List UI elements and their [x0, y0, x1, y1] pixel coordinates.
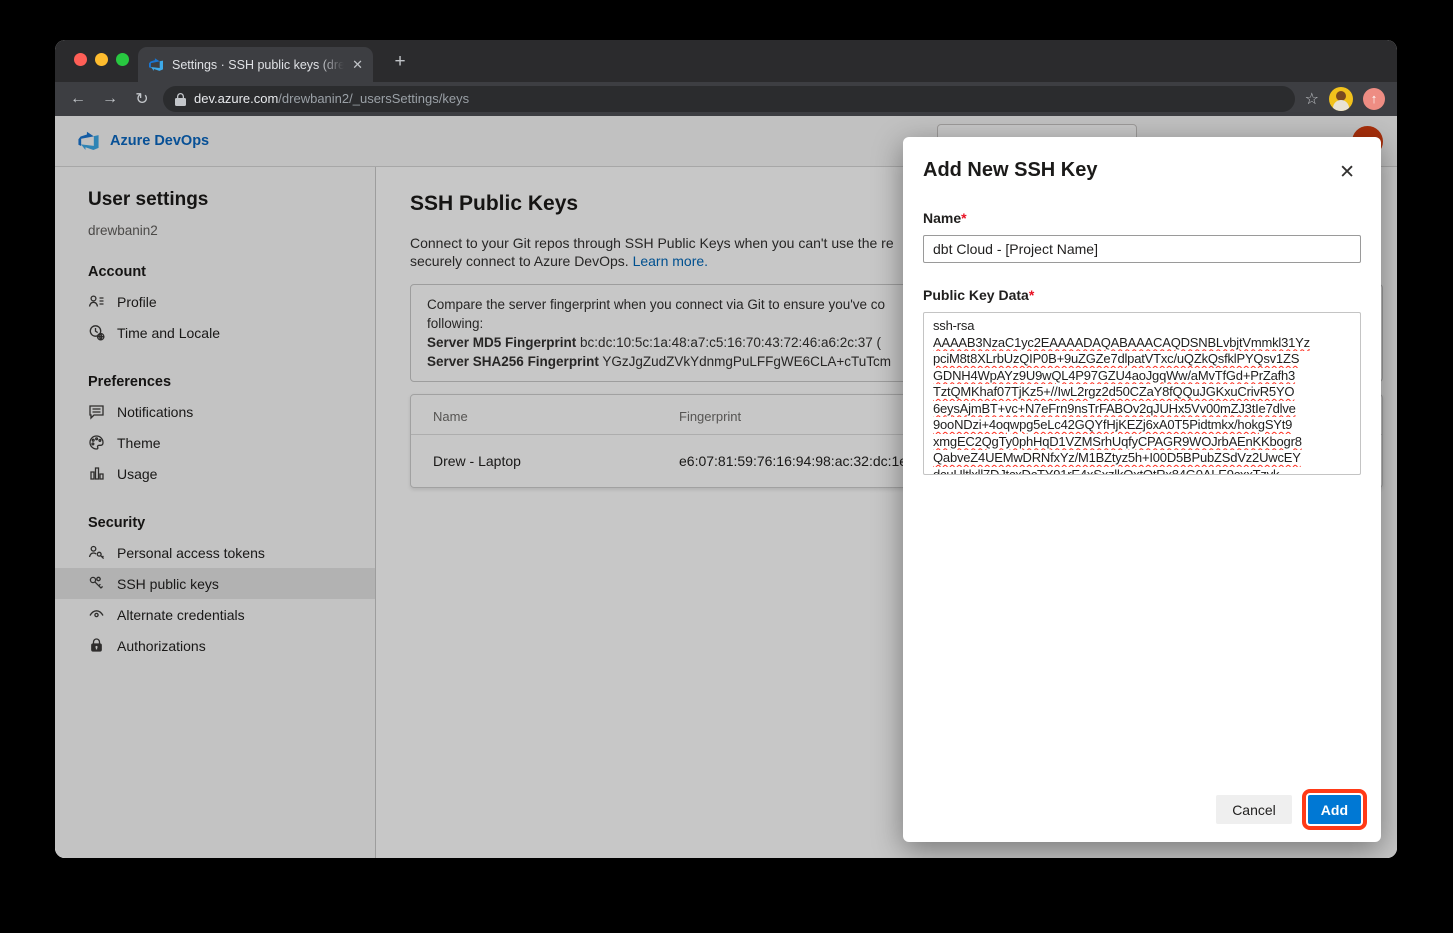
required-asterisk: *	[961, 210, 966, 226]
add-ssh-key-dialog: Add New SSH Key ✕ Name* Public Key Data*…	[903, 137, 1381, 842]
dialog-title: Add New SSH Key	[923, 159, 1097, 182]
browser-update-icon[interactable]: ↑	[1363, 88, 1385, 110]
browser-window: Settings · SSH public keys (dre ✕ + ← → …	[55, 40, 1397, 858]
browser-tab[interactable]: Settings · SSH public keys (dre ✕	[138, 47, 373, 82]
close-window-button[interactable]	[74, 53, 87, 66]
maximize-window-button[interactable]	[116, 53, 129, 66]
minimize-window-button[interactable]	[95, 53, 108, 66]
key-text-line: 6eysAjmBT+vc+N7eFrn9nsTrFABOv2qJUHx5Vv00…	[933, 401, 1351, 418]
lock-icon	[175, 93, 186, 106]
new-tab-button[interactable]: +	[387, 51, 413, 73]
back-icon[interactable]: ←	[67, 90, 89, 108]
key-name-input[interactable]	[923, 235, 1361, 263]
key-text-line: ssh-rsa	[933, 318, 1351, 335]
url-path: /drewbanin2/_usersSettings/keys	[278, 91, 469, 106]
url-host: dev.azure.com	[194, 91, 278, 106]
key-text-line: pciM8t8XLrbUzQIP0B+9uZGZe7dlpatVTxc/uQZk…	[933, 351, 1351, 368]
key-text-line: AAAAB3NzaC1yc2EAAAADAQABAAACAQDSNBLvbjtV…	[933, 335, 1351, 352]
window-controls[interactable]	[74, 53, 129, 66]
public-key-data-label: Public Key Data*	[923, 287, 1361, 303]
browser-profile-avatar[interactable]	[1329, 87, 1353, 111]
key-text-line: TztQMKhaf07TjKz5+//IwL2rgz2d50CZaY8fQQuJ…	[933, 384, 1351, 401]
screenshot-stage: Settings · SSH public keys (dre ✕ + ← → …	[0, 0, 1453, 933]
bookmark-star-icon[interactable]: ☆	[1305, 89, 1319, 109]
forward-icon[interactable]: →	[99, 90, 121, 108]
address-bar[interactable]: dev.azure.com/drewbanin2/_usersSettings/…	[163, 86, 1295, 112]
name-label: Name*	[923, 210, 1361, 226]
key-text-line: xmgEC2QgTy0phHqD1VZMSrhUqfyCPAGR9WOJrbAE…	[933, 434, 1351, 451]
tab-title: Settings · SSH public keys (dre	[172, 58, 344, 72]
azure-devops-favicon	[148, 57, 164, 73]
tab-close-icon[interactable]: ✕	[352, 57, 363, 73]
public-key-textarea[interactable]: ssh-rsa AAAAB3NzaC1yc2EAAAADAQABAAACAQDS…	[923, 312, 1361, 475]
close-icon[interactable]: ✕	[1333, 159, 1361, 186]
required-asterisk: *	[1029, 287, 1034, 303]
cancel-button[interactable]: Cancel	[1216, 795, 1292, 824]
add-button[interactable]: Add	[1308, 795, 1361, 824]
key-text-line: 9ooNDzi+4oqwpg5eLc42GQYfHjKEZj6xA0T5Pidt…	[933, 417, 1351, 434]
key-text-line: QabveZ4UEMwDRNfxYz/M1BZtyz5h+I00D5BPubZS…	[933, 450, 1351, 467]
key-text-line: GDNH4WpAYz9U9wQL4P97GZU4aoJgqWw/aMvTfGd+…	[933, 368, 1351, 385]
browser-toolbar: ← → ↻ dev.azure.com/drewbanin2/_usersSet…	[55, 82, 1397, 116]
browser-tab-strip: Settings · SSH public keys (dre ✕ +	[55, 40, 1397, 82]
key-text-line: dcuHltlxll7DJtcxDcTY91rE4xSxzlkQxtQtRx84…	[933, 467, 1351, 476]
reload-icon[interactable]: ↻	[131, 89, 153, 109]
